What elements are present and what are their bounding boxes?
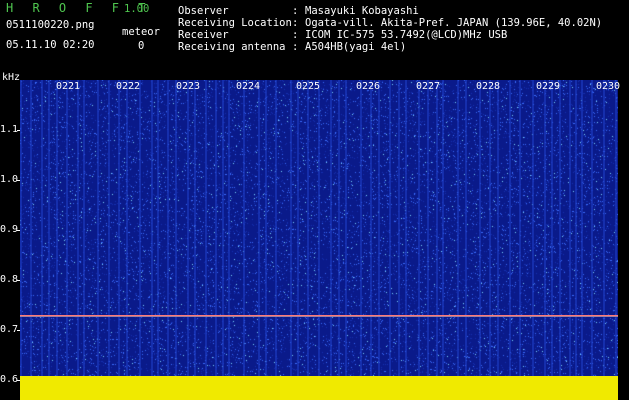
vertical-stripe (603, 80, 605, 376)
vertical-stripe (139, 80, 141, 376)
vertical-stripe (77, 80, 79, 376)
file-name: 0511100220.png (6, 19, 95, 31)
x-tick-label: 0226 (356, 81, 381, 92)
vertical-stripe (297, 80, 299, 376)
location-value: Ogata-vill. Akita-Pref. JAPAN (139.96E, … (305, 17, 603, 29)
vertical-stripe (108, 80, 110, 376)
vertical-stripe (509, 80, 511, 376)
observer-label: Observer (178, 5, 229, 17)
vertical-stripe (175, 80, 177, 376)
x-tick-label: 0221 (56, 81, 81, 92)
vertical-stripe (591, 80, 593, 376)
vertical-stripe (228, 80, 230, 376)
header-panel: H R O F F T 1.00 0511100220.png 05.11.10… (0, 0, 629, 83)
vertical-stripe (194, 80, 196, 376)
vertical-stripe (307, 80, 309, 376)
x-tick-label: 0227 (416, 81, 441, 92)
y-tick-label: 0.7 (0, 324, 19, 335)
vertical-stripe (48, 80, 50, 376)
location-sep: : (292, 17, 299, 29)
antenna-sep: : (292, 41, 299, 53)
noise-floor-band (20, 376, 618, 400)
y-tick-label: 0.6 (0, 374, 19, 385)
receiver-sep: : (292, 29, 299, 41)
vertical-stripe (187, 80, 189, 376)
vertical-stripe (167, 80, 169, 376)
vertical-stripe (378, 80, 380, 376)
vertical-stripe (265, 80, 267, 376)
vertical-stripe (243, 80, 245, 376)
app-version: 1.00 (124, 3, 150, 15)
y-unit-label: kHz (2, 72, 21, 83)
date-time: 05.11.10 02:20 (6, 39, 95, 51)
vertical-stripe (559, 80, 561, 376)
vertical-stripe (258, 80, 260, 376)
vertical-stripe (56, 80, 58, 376)
x-tick-label: 0229 (536, 81, 561, 92)
vertical-stripe (275, 80, 277, 376)
vertical-stripe (20, 80, 22, 376)
vertical-stripe (389, 80, 391, 376)
vertical-stripe (442, 80, 444, 376)
vertical-stripe (405, 80, 407, 376)
y-tick-label: 0.9 (0, 224, 19, 235)
vertical-stripe (157, 80, 159, 376)
vertical-stripe (479, 80, 481, 376)
vertical-stripe (338, 80, 340, 376)
vertical-stripe (126, 80, 128, 376)
vertical-stripe (205, 80, 207, 376)
vertical-stripe (97, 80, 99, 376)
x-tick-label: 0222 (116, 81, 141, 92)
observer-sep: : (292, 5, 299, 17)
vertical-stripe (215, 80, 217, 376)
meteor-label: meteor (122, 26, 160, 38)
vertical-stripe (519, 80, 521, 376)
x-tick-label: 0230 (596, 81, 621, 92)
vertical-stripe (370, 80, 372, 376)
vertical-stripe (222, 80, 224, 376)
vertical-stripe (318, 80, 320, 376)
vertical-stripe (581, 80, 583, 376)
vertical-stripe (41, 80, 43, 376)
vertical-stripe (569, 80, 571, 376)
vertical-stripe (436, 80, 438, 376)
vertical-stripe (551, 80, 553, 376)
vertical-stripe (465, 80, 467, 376)
vertical-stripe (457, 80, 459, 376)
vertical-stripe (575, 80, 577, 376)
vertical-stripe (83, 80, 85, 376)
x-tick-label: 0228 (476, 81, 501, 92)
observer-value: Masayuki Kobayashi (305, 5, 419, 17)
vertical-stripe (427, 80, 429, 376)
vertical-stripe (615, 80, 617, 376)
vertical-stripe (544, 80, 546, 376)
antenna-label: Receiving antenna (178, 41, 286, 53)
signal-line (20, 315, 618, 317)
vertical-stripe (360, 80, 362, 376)
vertical-stripe (497, 80, 499, 376)
y-tick-label: 1.0 (0, 174, 19, 185)
x-tick-label: 0224 (236, 81, 261, 92)
x-tick-label: 0223 (176, 81, 201, 92)
vertical-stripe (345, 80, 347, 376)
vertical-stripe (418, 80, 420, 376)
vertical-stripe (330, 80, 332, 376)
meteor-count: 0 (138, 40, 145, 52)
vertical-stripe (532, 80, 534, 376)
vertical-stripe (66, 80, 68, 376)
antenna-value: A504HB(yagi 4el) (305, 41, 407, 53)
vertical-stripe (118, 80, 120, 376)
x-tick-label: 0225 (296, 81, 321, 92)
location-label: Receiving Location (178, 17, 292, 29)
vertical-stripe (398, 80, 400, 376)
vertical-stripe (489, 80, 491, 376)
vertical-stripe (151, 80, 153, 376)
y-tick-label: 1.1 (0, 124, 19, 135)
receiver-value: ICOM IC-575 53.7492(@LCD)MHz USB (305, 29, 508, 41)
y-tick-label: 0.8 (0, 274, 19, 285)
vertical-stripe (290, 80, 292, 376)
spectrogram-plot (20, 80, 618, 376)
vertical-stripe (30, 80, 32, 376)
receiver-label: Receiver (178, 29, 229, 41)
